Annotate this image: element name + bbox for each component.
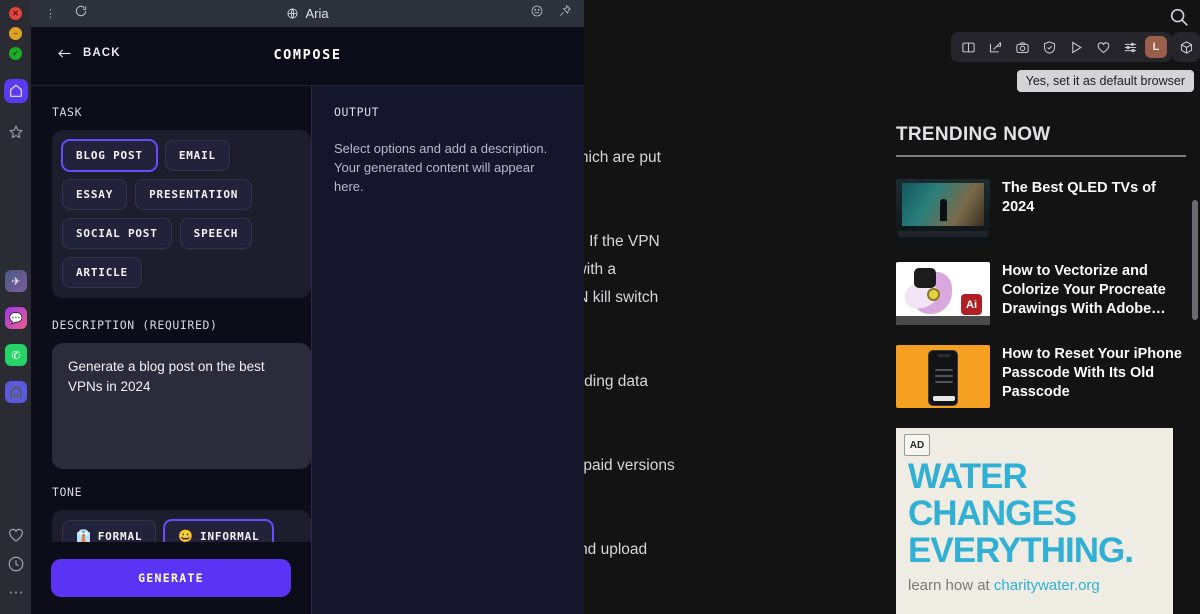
ad-subtext: learn how at charitywater.org [896, 569, 1173, 594]
trending-divider [896, 155, 1186, 157]
output-label: OUTPUT [334, 105, 562, 119]
ad-subtext-prefix: learn how at [908, 577, 994, 594]
avatar[interactable]: L [1145, 36, 1167, 58]
history-icon[interactable] [7, 555, 25, 573]
browser-window: aster? and limitations, which are put to… [0, 0, 1200, 614]
sidebar-toggle-icon[interactable] [956, 35, 980, 59]
messenger-icon[interactable]: 💬 [5, 307, 27, 329]
ad-badge: AD [904, 434, 930, 456]
grinning-emoji-icon: 😀 [178, 530, 194, 542]
trending-sidebar: TRENDING NOW The Best QLED TVs of 2024 A… [896, 86, 1186, 614]
close-button[interactable]: ✕ [9, 7, 22, 20]
send-icon[interactable] [1064, 35, 1088, 59]
aria-compose-panel: ⋮ Aria BACK COMPOSE TASK BL [31, 0, 584, 614]
task-option-email[interactable]: EMAIL [165, 140, 230, 171]
task-option-blog-post[interactable]: BLOG POST [62, 140, 157, 171]
aria-window-actions [530, 4, 572, 23]
generate-button[interactable]: GENERATE [51, 559, 291, 597]
page-title: COMPOSE [31, 47, 584, 63]
snapshot-edit-icon[interactable] [983, 35, 1007, 59]
aria-window-bar: ⋮ Aria [31, 0, 584, 27]
extensions-icon[interactable] [1172, 32, 1200, 62]
task-label: TASK [52, 105, 311, 119]
generate-bar: GENERATE [31, 542, 311, 614]
tone-label: TONE [52, 485, 311, 499]
task-options: BLOG POST EMAIL ESSAY PRESENTATION SOCIA… [52, 130, 311, 298]
description-input[interactable]: Generate a blog post on the best VPNs in… [52, 343, 311, 469]
pin-icon[interactable] [558, 4, 572, 23]
list-item[interactable]: How to Reset Your iPhone Passcode With I… [896, 345, 1186, 408]
trending-item-title: The Best QLED TVs of 2024 [1002, 179, 1186, 242]
easy-setup-icon[interactable] [1118, 35, 1142, 59]
pinned-app-1[interactable]: ✈ [5, 270, 27, 292]
list-item[interactable]: Ai How to Vectorize and Colorize Your Pr… [896, 262, 1186, 325]
whatsapp-icon[interactable]: ✆ [5, 344, 27, 366]
aria-window-title: Aria [31, 6, 584, 21]
ad-headline-line-2: EVERYTHING. [896, 532, 1173, 569]
page-scrollbar[interactable] [1192, 200, 1198, 320]
compose-body: TASK BLOG POST EMAIL ESSAY PRESENTATION … [31, 86, 584, 614]
trending-heading: TRENDING NOW [896, 86, 1186, 155]
compose-header: BACK COMPOSE [31, 27, 584, 86]
necktie-emoji-icon: 👔 [76, 530, 92, 542]
home-icon[interactable] [4, 79, 28, 103]
article-thumbnail [896, 179, 990, 242]
task-option-speech[interactable]: SPEECH [180, 218, 253, 249]
tone-option-label: FORMAL [98, 531, 143, 542]
description-label: DESCRIPTION (REQUIRED) [52, 318, 311, 332]
list-item[interactable]: The Best QLED TVs of 2024 [896, 179, 1186, 242]
toolbar-island: L [951, 32, 1172, 62]
minimize-button[interactable]: − [9, 27, 22, 40]
article-thumbnail [896, 345, 990, 408]
camera-icon[interactable] [1010, 35, 1034, 59]
advertisement[interactable]: AD WATER CHANGES EVERYTHING. learn how a… [896, 428, 1173, 614]
ad-link[interactable]: charitywater.org [994, 577, 1100, 594]
search-icon[interactable] [1168, 6, 1190, 28]
output-placeholder-text: Select options and add a description. Yo… [334, 139, 562, 196]
shield-check-icon[interactable] [1037, 35, 1061, 59]
smiley-icon[interactable] [530, 4, 544, 23]
task-option-social-post[interactable]: SOCIAL POST [62, 218, 172, 249]
default-browser-tooltip: Yes, set it as default browser [1017, 70, 1194, 92]
task-option-presentation[interactable]: PRESENTATION [135, 179, 252, 210]
more-options-icon[interactable]: ⋯ [7, 586, 25, 604]
heart-icon[interactable] [7, 526, 25, 544]
app-sidebar: ✕ − ✓ ✈ 💬 ✆ 🎧 ⋯ [0, 0, 31, 614]
music-player-icon[interactable]: 🎧 [5, 381, 27, 403]
aria-title-text: Aria [305, 6, 328, 21]
article-thumbnail: Ai [896, 262, 990, 325]
compose-options-column: TASK BLOG POST EMAIL ESSAY PRESENTATION … [31, 86, 311, 614]
heart-icon[interactable] [1091, 35, 1115, 59]
tone-option-label: INFORMAL [200, 531, 259, 542]
aria-globe-icon [286, 7, 299, 20]
task-option-essay[interactable]: ESSAY [62, 179, 127, 210]
trending-item-title: How to Vectorize and Colorize Your Procr… [1002, 262, 1186, 325]
ad-headline-line-1: WATER CHANGES [896, 428, 1173, 532]
maximize-button[interactable]: ✓ [9, 47, 22, 60]
output-column: OUTPUT Select options and add a descript… [311, 86, 584, 614]
window-controls: ✕ − ✓ [9, 7, 23, 67]
task-option-article[interactable]: ARTICLE [62, 257, 142, 288]
star-icon[interactable] [4, 120, 28, 144]
trending-item-title: How to Reset Your iPhone Passcode With I… [1002, 345, 1186, 408]
